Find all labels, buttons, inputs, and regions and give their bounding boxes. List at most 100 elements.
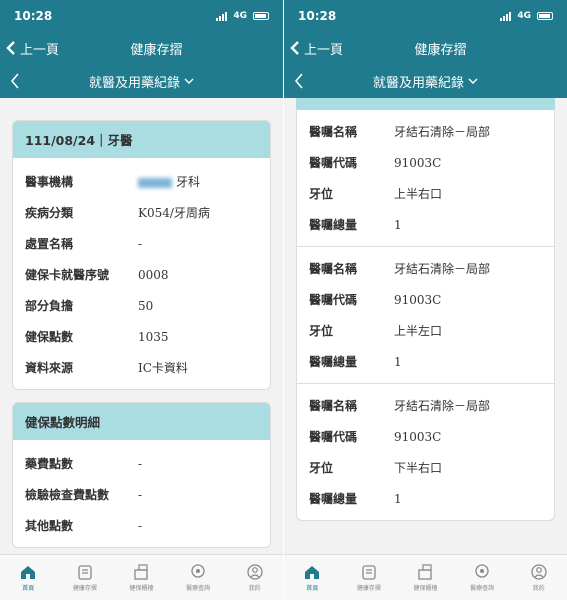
order-row: 牙位 下半右口 <box>297 452 554 483</box>
tab-label: 健保櫃檯 <box>129 585 154 592</box>
order-label: 醫囑代碼 <box>309 156 358 170</box>
order-label: 醫囑名稱 <box>309 399 358 413</box>
order-row: 醫囑總量 1 <box>297 483 554 514</box>
network-label: 4G <box>517 11 531 21</box>
order-row: 醫囑代碼 91003C <box>297 147 554 178</box>
order-row: 醫囑代碼 91003C <box>297 284 554 315</box>
section-selector[interactable]: 就醫及用藥紀錄 <box>0 64 283 98</box>
order-row: 醫囑名稱 牙結石清除－局部 <box>297 116 554 147</box>
order-label: 醫囑總量 <box>309 218 358 232</box>
field-row: 其他點數 - <box>13 510 270 541</box>
screenshot-stage: 10:28 4G 上一頁 健康存摺 就醫及用藥紀錄 111/08/24｜牙醫 醫… <box>0 0 567 600</box>
status-time: 10:28 <box>298 9 337 23</box>
order-group: 醫囑名稱 牙結石清除－局部 醫囑代碼 91003C 牙位 上半左口 醫囑總量 1 <box>297 247 554 384</box>
back-label: 上一頁 <box>20 42 60 58</box>
field-row: 健保點數 1035 <box>13 321 270 352</box>
status-bar: 10:28 4G <box>0 0 283 32</box>
counter-icon <box>134 564 149 580</box>
counter-icon <box>418 564 433 580</box>
order-value: 91003C <box>394 429 442 444</box>
order-label: 牙位 <box>309 461 334 475</box>
visit-fields: 醫事機構 牙科 疾病分類 K054/牙周病 處置名稱 - 健保卡就醫序號 0008 部分… <box>13 158 270 389</box>
order-row: 醫囑總量 1 <box>297 209 554 240</box>
battery-icon <box>537 12 553 20</box>
order-value: 91003C <box>394 292 442 307</box>
orders-card: 醫囑名稱 牙結石清除－局部 醫囑代碼 91003C 牙位 上半右口 醫囑總量 1 醫囑名… <box>296 110 555 521</box>
chevron-left-icon <box>6 41 15 55</box>
back-button[interactable]: 上一頁 <box>6 32 59 64</box>
tab-label: 醫療查詢 <box>186 585 211 592</box>
tab-counter[interactable]: 健保櫃檯 <box>113 555 170 600</box>
field-row: 處置名稱 - <box>13 228 270 259</box>
tab-home[interactable]: 首頁 <box>284 555 341 600</box>
tab-medical-search[interactable]: 醫療查詢 <box>454 555 511 600</box>
field-row: 藥費點數 - <box>13 448 270 479</box>
right-screen: 10:28 4G 上一頁 健康存摺 就醫及用藥紀錄 醫囑名稱 牙結石清除－局部 醫… <box>284 0 567 600</box>
order-group: 醫囑名稱 牙結石清除－局部 醫囑代碼 91003C 牙位 下半右口 醫囑總量 1 <box>297 384 554 520</box>
field-label: 處置名稱 <box>25 237 74 251</box>
field-row: 疾病分類 K054/牙周病 <box>13 197 270 228</box>
signal-icon <box>500 11 512 21</box>
passbook-icon <box>78 565 92 580</box>
order-label: 醫囑代碼 <box>309 430 358 444</box>
order-label: 牙位 <box>309 187 334 201</box>
order-group: 醫囑名稱 牙結石清除－局部 醫囑代碼 91003C 牙位 上半右口 醫囑總量 1 <box>297 110 554 247</box>
battery-icon <box>253 12 269 20</box>
points-card: 健保點數明細 藥費點數 - 檢驗檢查費點數 - 其他點數 - <box>12 402 271 548</box>
tab-medical-search[interactable]: 醫療查詢 <box>170 555 227 600</box>
field-label: 健保點數 <box>25 330 74 344</box>
tab-passbook[interactable]: 健康存摺 <box>341 555 398 600</box>
home-icon <box>305 566 320 579</box>
medical-search-icon <box>475 564 489 578</box>
field-value: - <box>138 487 143 502</box>
passbook-icon <box>362 565 376 580</box>
field-value: - <box>138 518 143 533</box>
chevron-left-icon[interactable] <box>294 72 304 90</box>
tab-label: 首頁 <box>306 585 319 592</box>
order-label: 醫囑代碼 <box>309 293 358 307</box>
tab-counter[interactable]: 健保櫃檯 <box>397 555 454 600</box>
tab-home[interactable]: 首頁 <box>0 555 57 600</box>
order-row: 牙位 上半右口 <box>297 178 554 209</box>
network-label: 4G <box>233 11 247 21</box>
tab-label: 我的 <box>532 585 545 592</box>
field-value: IC卡資料 <box>138 361 188 375</box>
institution-link[interactable]: 牙科 <box>138 173 200 190</box>
field-value: - <box>138 456 143 471</box>
app-header: 上一頁 健康存摺 <box>0 32 283 64</box>
order-label: 醫囑名稱 <box>309 125 358 139</box>
left-screen: 10:28 4G 上一頁 健康存摺 就醫及用藥紀錄 111/08/24｜牙醫 醫… <box>0 0 283 600</box>
chevron-left-icon[interactable] <box>10 72 20 90</box>
order-row: 醫囑名稱 牙結石清除－局部 <box>297 253 554 284</box>
field-row: 資料來源 IC卡資料 <box>13 352 270 383</box>
section-title: 就醫及用藥紀錄 <box>88 75 180 91</box>
tab-label: 我的 <box>248 585 261 592</box>
order-label: 醫囑總量 <box>309 492 358 506</box>
tab-profile[interactable]: 我的 <box>226 555 283 600</box>
field-label: 醫事機構 <box>25 175 74 189</box>
field-value: K054/牙周病 <box>138 206 210 220</box>
order-value: 上半右口 <box>394 187 443 201</box>
field-row: 健保卡就醫序號 0008 <box>13 259 270 290</box>
content-scroll[interactable]: 111/08/24｜牙醫 醫事機構 牙科 疾病分類 K054/牙周病 處置名稱 - 健… <box>0 98 283 554</box>
tab-label: 首頁 <box>22 585 35 592</box>
tab-passbook[interactable]: 健康存摺 <box>57 555 114 600</box>
field-value: 0008 <box>138 267 169 282</box>
back-button[interactable]: 上一頁 <box>290 32 343 64</box>
field-label: 檢驗檢查費點數 <box>25 488 110 502</box>
status-bar: 10:28 4G <box>284 0 567 32</box>
order-value: 上半左口 <box>394 324 443 338</box>
tab-profile[interactable]: 我的 <box>510 555 567 600</box>
order-row: 牙位 上半左口 <box>297 315 554 346</box>
points-fields: 藥費點數 - 檢驗檢查費點數 - 其他點數 - <box>13 440 270 547</box>
section-selector[interactable]: 就醫及用藥紀錄 <box>284 64 567 98</box>
signal-icon <box>216 11 228 21</box>
tab-label: 醫療查詢 <box>470 585 495 592</box>
order-value: 91003C <box>394 155 442 170</box>
content-scroll[interactable]: 醫囑名稱 牙結石清除－局部 醫囑代碼 91003C 牙位 上半右口 醫囑總量 1 醫囑名… <box>284 98 567 554</box>
redacted-block <box>138 177 172 188</box>
profile-icon <box>247 564 263 580</box>
visit-card-header: 111/08/24｜牙醫 <box>13 121 270 158</box>
order-label: 牙位 <box>309 324 334 338</box>
tab-label: 健康存摺 <box>356 585 381 592</box>
